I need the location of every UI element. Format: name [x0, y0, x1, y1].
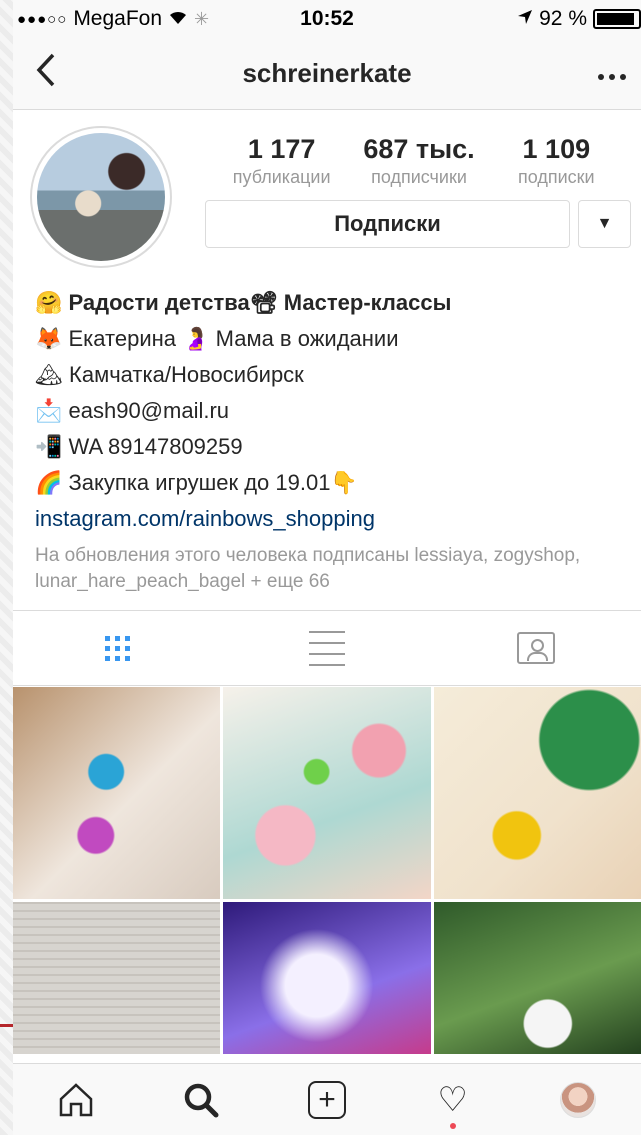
- bottom-tab-bar: + ♡: [13, 1063, 641, 1135]
- profile-bio: 🤗 Радости детства📽 Мастер-классы 🦊 Екате…: [35, 285, 625, 595]
- posts-count-value: 1 177: [247, 134, 316, 164]
- tab-list[interactable]: [222, 611, 431, 685]
- profile-avatar[interactable]: [30, 126, 172, 268]
- tagged-icon: [517, 632, 556, 664]
- bio-line-phone: 📲 WA 89147809259: [35, 434, 243, 459]
- heart-icon: ♡: [437, 1080, 468, 1119]
- more-options-button[interactable]: [597, 56, 627, 88]
- grid-photo[interactable]: [13, 902, 221, 1054]
- bio-line-title: 🤗 Радости детства📽 Мастер-классы: [35, 290, 452, 315]
- tab-tagged[interactable]: [432, 611, 641, 685]
- profile-icon: [560, 1081, 597, 1118]
- list-icon: [308, 630, 345, 666]
- grid-photo[interactable]: [13, 687, 221, 899]
- tab-home[interactable]: [13, 1064, 139, 1135]
- avatar-photo: [37, 133, 165, 261]
- status-bar: ●●●○○ MegaFon ✳ 10:52 92 %: [13, 0, 641, 38]
- tab-activity[interactable]: ♡: [390, 1064, 516, 1135]
- grid-icon: [105, 635, 131, 661]
- followers-count[interactable]: 687 тыс. подписчики: [350, 134, 487, 188]
- app-screen: ●●●○○ MegaFon ✳ 10:52 92 % schreinerkate: [13, 0, 641, 1135]
- profile-username: schreinerkate: [242, 58, 412, 88]
- grid-photo[interactable]: [433, 687, 641, 899]
- tab-add[interactable]: +: [264, 1064, 390, 1135]
- followers-count-value: 687 тыс.: [363, 134, 475, 164]
- add-icon: +: [307, 1080, 346, 1119]
- tab-grid[interactable]: [13, 611, 222, 685]
- posts-count[interactable]: 1 177 публикации: [213, 134, 350, 188]
- following-count-label: подписки: [518, 167, 595, 187]
- following-button[interactable]: Подписки: [205, 200, 570, 248]
- home-icon: [59, 1082, 93, 1116]
- grid-photo[interactable]: [223, 902, 431, 1054]
- suggestions-dropdown-button[interactable]: ▼: [578, 200, 631, 248]
- followers-count-label: подписчики: [371, 167, 467, 187]
- grid-photo[interactable]: [223, 687, 431, 899]
- status-right: 92 %: [517, 7, 641, 31]
- bio-line-email: 📩 eash90@mail.ru: [35, 398, 230, 423]
- profile-view-tabs: [13, 610, 641, 686]
- location-arrow-icon: [517, 7, 533, 31]
- battery-percent: 92 %: [539, 7, 587, 30]
- tab-profile[interactable]: [515, 1064, 641, 1135]
- bio-line-shopping: 🌈 Закупка игрушек до 19.01👇: [35, 470, 358, 495]
- bio-line-name: 🦊 Екатерина 🤰 Мама в ожидании: [35, 326, 399, 351]
- search-icon: [185, 1083, 219, 1117]
- battery-icon: [593, 9, 641, 29]
- followed-by-text[interactable]: На обновления этого человека подписаны l…: [35, 543, 625, 595]
- caret-down-icon: ▼: [596, 215, 613, 232]
- notification-dot: [449, 1123, 456, 1129]
- profile-header-bar: schreinerkate: [13, 38, 641, 110]
- grid-photo[interactable]: [433, 902, 641, 1054]
- bio-website-link[interactable]: instagram.com/rainbows_shopping: [35, 501, 625, 537]
- photo-grid: [13, 687, 641, 1054]
- bio-line-location: 🏔 Камчатка/Новосибирск: [35, 362, 304, 387]
- following-count[interactable]: 1 109 подписки: [488, 134, 625, 188]
- tab-search[interactable]: [139, 1064, 265, 1135]
- posts-count-label: публикации: [232, 167, 331, 187]
- following-count-value: 1 109: [522, 134, 591, 164]
- profile-stats: 1 177 публикации 687 тыс. подписчики 1 1…: [213, 134, 625, 188]
